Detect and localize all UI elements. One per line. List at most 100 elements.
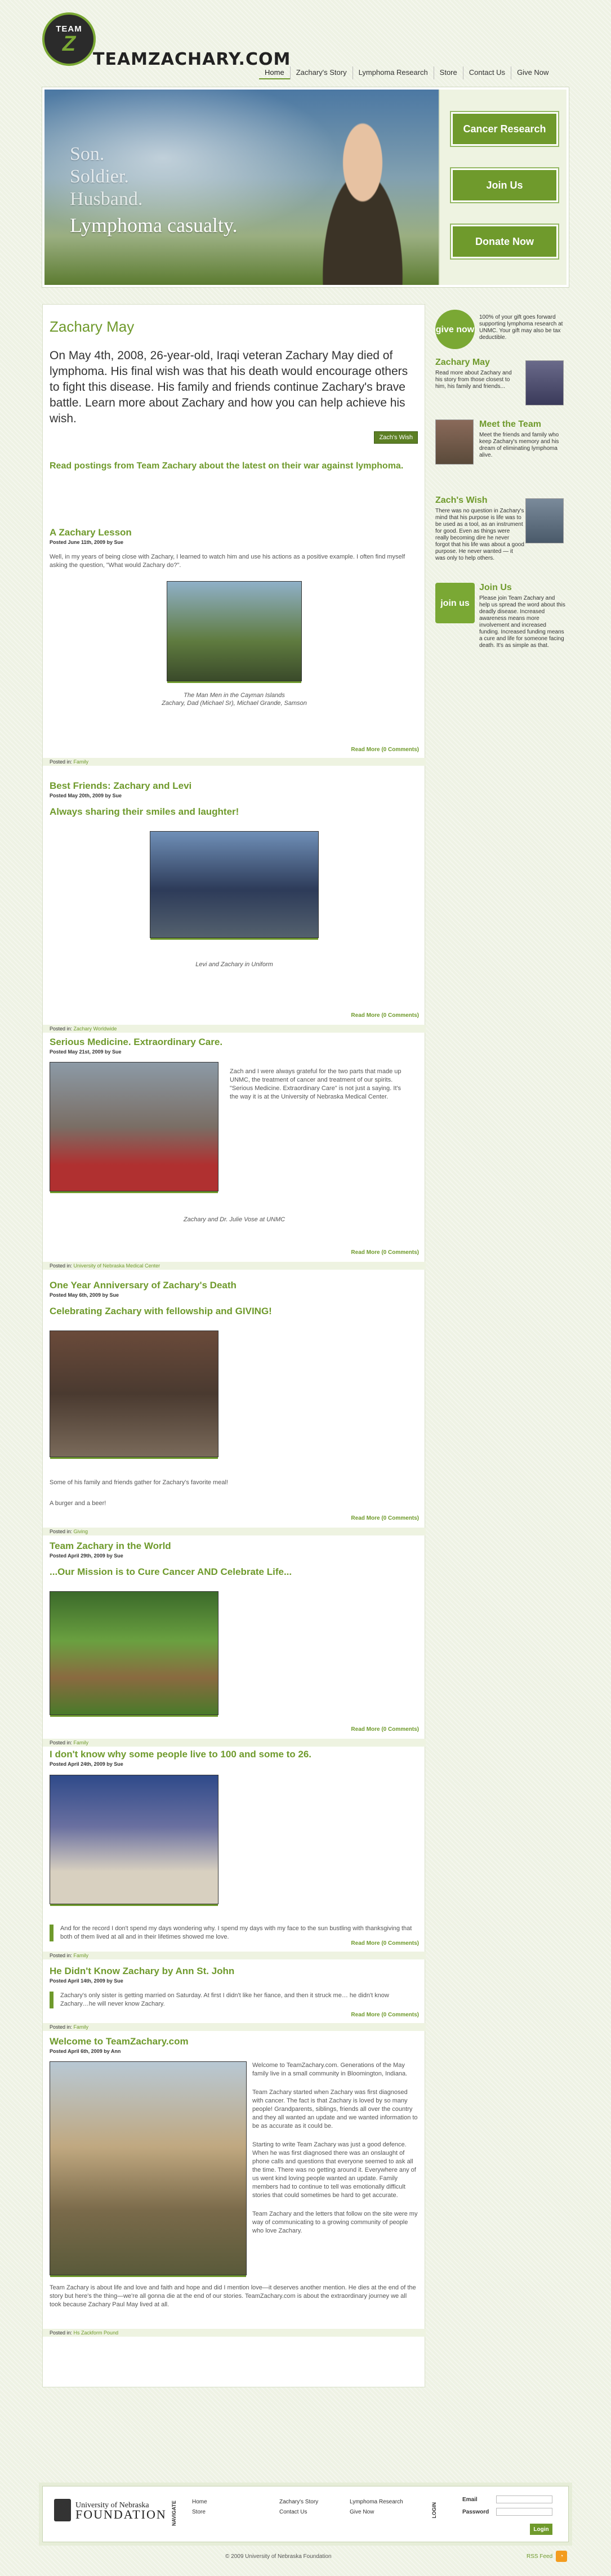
post-photo bbox=[50, 1775, 218, 1906]
post-live-to-100: I don't know why some people live to 100… bbox=[43, 1749, 426, 1959]
post-welcome-text: Welcome to TeamZachary.com. Generations … bbox=[252, 2061, 419, 2235]
category-link[interactable]: Family bbox=[74, 1953, 89, 1958]
main-content: Zachary May On May 4th, 2008, 26-year-ol… bbox=[42, 304, 426, 2387]
post-title[interactable]: I don't know why some people live to 100… bbox=[50, 1749, 419, 1760]
posted-in-bar: Posted in: Family bbox=[43, 2023, 426, 2031]
email-input[interactable] bbox=[496, 2495, 552, 2503]
post-photo bbox=[50, 1331, 218, 1459]
join-us-button[interactable]: Join Us bbox=[451, 168, 558, 202]
post-meta: Posted May 21st, 2009 by Sue bbox=[50, 1049, 122, 1055]
sidebar-give: give now 100% of your gift goes forward … bbox=[435, 310, 569, 352]
nav-lymphoma-research[interactable]: Lymphoma Research bbox=[352, 66, 434, 79]
cancer-research-button[interactable]: Cancer Research bbox=[451, 112, 558, 146]
post-a-zachary-lesson: A Zachary Lesson Posted June 11th, 2009 … bbox=[43, 527, 426, 766]
nav-store[interactable]: Store bbox=[433, 66, 463, 79]
team-zachary-logo[interactable]: TEAM Z bbox=[42, 12, 96, 66]
login-button[interactable]: Login bbox=[530, 2524, 552, 2535]
post-meta: Posted April 24th, 2009 by Sue bbox=[50, 1761, 123, 1767]
post-title[interactable]: Welcome to TeamZachary.com bbox=[50, 2036, 419, 2047]
nav-home[interactable]: Home bbox=[259, 66, 290, 79]
zachs-wish-button[interactable]: Zach's Wish bbox=[374, 431, 418, 444]
sidebar-text: Meet the friends and family who keep Zac… bbox=[479, 432, 559, 458]
sidebar-text: Read more about Zachary and his story fr… bbox=[435, 370, 512, 390]
intro-title: Zachary May bbox=[50, 318, 135, 335]
page-wrapper: TEAM Z TEAMZACHARY.COM Home Zachary's St… bbox=[37, 0, 574, 2576]
footer-link-contact[interactable]: Contact Us bbox=[279, 2509, 307, 2515]
nav-zacharys-story[interactable]: Zachary's Story bbox=[289, 66, 353, 79]
zachary-thumbnail[interactable] bbox=[525, 360, 564, 405]
post-team-zachary-world: Team Zachary in the World Posted April 2… bbox=[43, 1541, 426, 1747]
tagline-husband: Husband. bbox=[70, 189, 143, 209]
category-link[interactable]: Zachary Worldwide bbox=[74, 1026, 117, 1032]
password-label: Password bbox=[462, 2509, 489, 2515]
sidebar-title[interactable]: Meet the Team bbox=[479, 419, 569, 430]
team-thumbnail[interactable] bbox=[435, 419, 474, 465]
read-more-link[interactable]: Read More (0 Comments) bbox=[351, 1515, 419, 1521]
footer-link-home[interactable]: Home bbox=[192, 2499, 207, 2505]
post-meta: Posted June 11th, 2009 by Sue bbox=[50, 539, 124, 545]
post-title[interactable]: Best Friends: Zachary and Levi bbox=[50, 780, 419, 792]
category-link[interactable]: Hs Zackform Pound bbox=[74, 2330, 119, 2336]
join-us-badge[interactable]: join us bbox=[435, 583, 475, 623]
post-meta: Posted May 20th, 2009 by Sue bbox=[50, 793, 122, 798]
password-input[interactable] bbox=[496, 2508, 552, 2516]
post-quote: And for the record I don't spend my days… bbox=[50, 1925, 419, 1941]
post-photo bbox=[50, 1591, 218, 1717]
email-label: Email bbox=[462, 2497, 478, 2503]
post-title[interactable]: One Year Anniversary of Zachary's Death bbox=[50, 1280, 419, 1291]
foundation-logo[interactable]: University of Nebraska FOUNDATION bbox=[54, 2499, 167, 2521]
page: TEAM Z TEAMZACHARY.COM Home Zachary's St… bbox=[0, 0, 611, 2576]
read-more-link[interactable]: Read More (0 Comments) bbox=[351, 2012, 419, 2018]
read-more-link[interactable]: Read More (0 Comments) bbox=[351, 747, 419, 753]
post-meta: Posted April 6th, 2009 by Ann bbox=[50, 2048, 121, 2054]
post-best-friends: Best Friends: Zachary and Levi Posted Ma… bbox=[43, 780, 426, 1033]
post-one-year-anniversary: One Year Anniversary of Zachary's Death … bbox=[43, 1280, 426, 1535]
post-title[interactable]: Team Zachary in the World bbox=[50, 1541, 419, 1552]
post-title[interactable]: He Didn't Know Zachary by Ann St. John bbox=[50, 1966, 419, 1977]
read-more-link[interactable]: Read More (0 Comments) bbox=[351, 1249, 419, 1256]
post-photo bbox=[150, 831, 319, 940]
post-caption: Zachary and Dr. Julie Vose at UNMC bbox=[183, 1216, 286, 1223]
footer-link-story[interactable]: Zachary's Story bbox=[279, 2499, 318, 2505]
main-nav: Home Zachary's Story Lymphoma Research S… bbox=[259, 66, 554, 79]
posted-in-bar: Posted in: University of Nebraska Medica… bbox=[43, 1262, 426, 1270]
rss-icon: ◔ bbox=[556, 2551, 568, 2562]
post-body-2: A burger and a beer! bbox=[50, 1500, 106, 1507]
read-more-link[interactable]: Read More (0 Comments) bbox=[351, 1726, 419, 1733]
post-subtitle: Always sharing their smiles and laughter… bbox=[50, 806, 239, 817]
post-title[interactable]: Serious Medicine. Extraordinary Care. bbox=[50, 1037, 419, 1048]
category-link[interactable]: Family bbox=[74, 1740, 89, 1745]
foundation-name: University of Nebraska FOUNDATION bbox=[75, 2501, 167, 2521]
rss-feed-link[interactable]: RSS Feed ◔ bbox=[527, 2551, 568, 2562]
post-welcome: Welcome to TeamZachary.com Posted April … bbox=[43, 2036, 426, 2337]
nav-give-now[interactable]: Give Now bbox=[511, 66, 554, 79]
give-text: 100% of your gift goes forward supportin… bbox=[479, 314, 563, 341]
footer-link-give[interactable]: Give Now bbox=[350, 2509, 374, 2515]
post-serious-medicine: Serious Medicine. Extraordinary Care. Po… bbox=[43, 1037, 426, 1270]
nav-contact-us[interactable]: Contact Us bbox=[462, 66, 511, 79]
sidebar-title[interactable]: Join Us bbox=[479, 583, 569, 593]
posted-in-bar: Posted in: Hs Zackform Pound bbox=[43, 2329, 426, 2337]
read-more-link[interactable]: Read More (0 Comments) bbox=[351, 1012, 419, 1019]
read-more-link[interactable]: Read More (0 Comments) bbox=[351, 1940, 419, 1946]
give-now-badge[interactable]: give now bbox=[435, 310, 475, 349]
post-subtitle: Celebrating Zachary with fellowship and … bbox=[50, 1306, 272, 1316]
post-photo bbox=[50, 1062, 218, 1193]
post-caption: The Man Men in the Cayman Islands Zachary… bbox=[162, 692, 307, 707]
rss-label: RSS Feed bbox=[527, 2553, 553, 2560]
post-title[interactable]: A Zachary Lesson bbox=[50, 527, 419, 538]
posted-in-bar: Posted in: Family bbox=[43, 758, 426, 766]
footer-link-research[interactable]: Lymphoma Research bbox=[350, 2499, 403, 2505]
post-body: Some of his family and friends gather fo… bbox=[50, 1479, 228, 1486]
category-link[interactable]: Family bbox=[74, 759, 89, 765]
category-link[interactable]: Giving bbox=[74, 1529, 88, 1534]
category-link[interactable]: University of Nebraska Medical Center bbox=[74, 1263, 160, 1269]
wish-thumbnail[interactable] bbox=[525, 498, 564, 543]
sidebar-join-us: join us Join Us Please join Team Zachary… bbox=[435, 583, 569, 667]
logo-letter: Z bbox=[62, 32, 76, 56]
category-link[interactable]: Family bbox=[74, 2024, 89, 2030]
donate-now-button[interactable]: Donate Now bbox=[451, 225, 558, 258]
footer-link-store[interactable]: Store bbox=[192, 2509, 206, 2515]
login-label: LOGIN bbox=[431, 2502, 437, 2519]
sidebar-text: Please join Team Zachary and help us spr… bbox=[479, 595, 565, 649]
